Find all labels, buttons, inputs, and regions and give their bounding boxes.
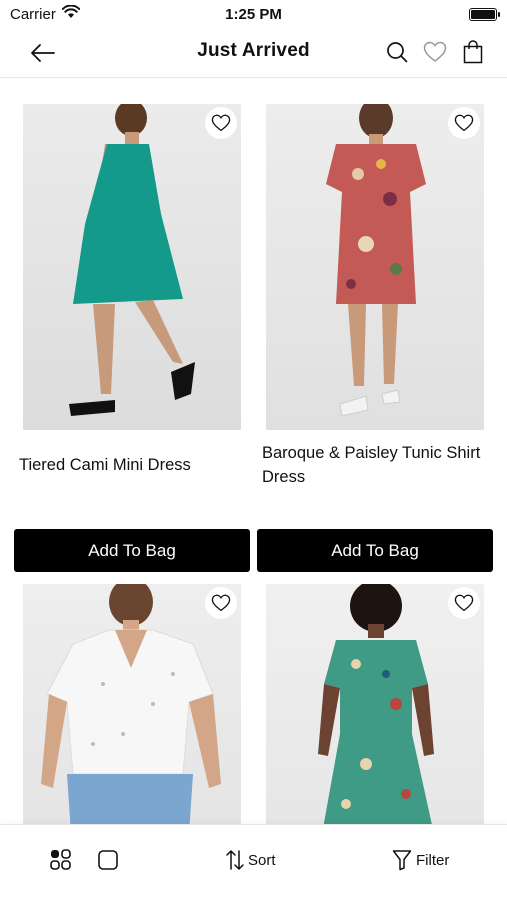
status-bar: Carrier 1:25 PM [0,0,507,28]
sort-icon [226,850,244,870]
single-view-button[interactable] [97,849,119,871]
bag-icon [463,40,483,64]
product-name[interactable]: Tiered Cami Mini Dress [19,453,244,477]
product-image[interactable] [23,104,241,430]
nav-header: Just Arrived [0,28,507,78]
battery-icon [469,7,500,21]
carrier-group: Carrier [10,4,81,23]
filter-button[interactable]: Filter [392,849,449,871]
sort-label: Sort [248,851,276,869]
favorite-button[interactable] [448,587,480,619]
wifi-icon [61,4,81,23]
product-image[interactable] [266,104,484,430]
product-card[interactable] [14,584,250,824]
heart-icon [211,114,231,132]
heart-icon [454,594,474,612]
grid-view-icon [50,849,71,870]
product-card[interactable]: Tiered Cami Mini Dress Add To Bag [14,104,250,574]
product-image[interactable] [23,584,241,824]
grid-view-button[interactable] [50,849,72,871]
bag-button[interactable] [461,39,485,65]
product-card[interactable]: Baroque & Paisley Tunic Shirt Dress Add … [257,104,493,574]
add-to-bag-button[interactable]: Add To Bag [14,529,250,572]
search-button[interactable] [385,39,409,65]
bottom-toolbar: Sort Filter [0,824,507,900]
favorite-button[interactable] [448,107,480,139]
header-actions [385,39,485,65]
product-name[interactable]: Baroque & Paisley Tunic Shirt Dress [262,441,487,489]
favorite-button[interactable] [205,107,237,139]
add-to-bag-button[interactable]: Add To Bag [257,529,493,572]
favorite-button[interactable] [205,587,237,619]
product-image[interactable] [266,584,484,824]
single-view-icon [98,850,118,870]
sort-button[interactable]: Sort [226,849,276,871]
heart-icon [211,594,231,612]
product-grid: Tiered Cami Mini Dress Add To Bag Baroqu… [0,79,507,824]
product-card[interactable] [257,584,493,824]
heart-icon [423,41,447,62]
filter-icon [392,850,412,871]
search-icon [387,42,408,63]
filter-label: Filter [416,851,450,869]
carrier-label: Carrier [10,5,56,23]
wishlist-button[interactable] [423,39,447,65]
heart-icon [454,114,474,132]
